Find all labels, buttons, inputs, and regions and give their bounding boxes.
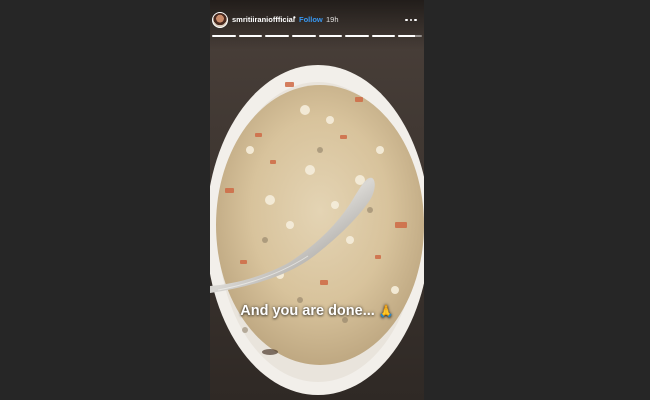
progress-segment [345, 35, 369, 37]
timestamp: 19h [326, 15, 339, 24]
story-header: smritiiranioffficial • Follow 19h [210, 11, 424, 31]
progress-segment [291, 35, 316, 37]
story-progress-bar [212, 35, 422, 37]
progress-fill [345, 35, 369, 37]
progress-segment [371, 35, 396, 37]
progress-fill [371, 35, 396, 37]
progress-segment [212, 35, 236, 37]
more-dot [405, 18, 408, 22]
more-dot [409, 18, 413, 22]
progress-fill [212, 35, 236, 37]
progress-fill [318, 35, 343, 37]
story-caption: And you are done... 🙏 [210, 303, 424, 319]
username[interactable]: smritiiranioffficial [232, 15, 295, 24]
progress-fill [398, 35, 415, 37]
progress-fill [238, 35, 263, 37]
progress-fill [291, 35, 316, 37]
follow-button[interactable]: Follow [299, 15, 323, 24]
more-dot [414, 18, 417, 22]
more-options-icon[interactable] [403, 13, 419, 27]
avatar[interactable] [212, 12, 228, 28]
separator-dot: • [293, 13, 296, 22]
story-photo [210, 0, 424, 400]
progress-fill [265, 35, 289, 37]
progress-segment [238, 35, 263, 37]
story-viewer[interactable]: smritiiranioffficial • Follow 19h And yo… [210, 0, 424, 400]
progress-segment [398, 35, 422, 37]
progress-segment [265, 35, 289, 37]
folded-hands-icon: 🙏 [378, 304, 394, 318]
progress-segment [318, 35, 343, 37]
caption-text: And you are done... [240, 303, 375, 319]
